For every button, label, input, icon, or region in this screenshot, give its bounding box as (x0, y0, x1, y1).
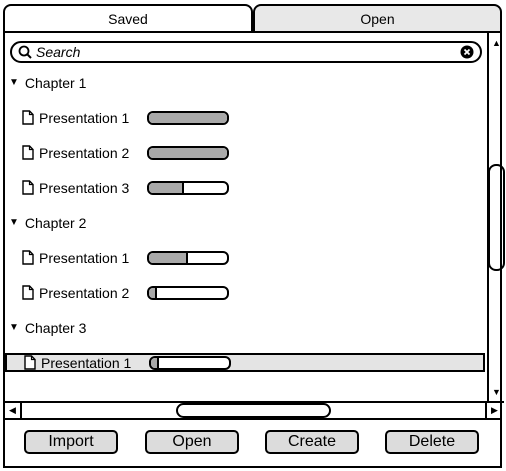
action-bar: Import Open Create Delete (3, 418, 502, 468)
presentation-label: Presentation 3 (39, 179, 130, 196)
progress-bar (147, 180, 229, 195)
document-icon (24, 355, 36, 370)
tab-saved[interactable]: Saved (3, 4, 253, 32)
presentation-label: Presentation 1 (41, 354, 132, 371)
presentation-row[interactable]: Presentation 2 (5, 284, 485, 301)
chapter-label: Chapter 1 (24, 74, 87, 91)
presentation-row[interactable]: Presentation 2 (5, 144, 485, 161)
horizontal-scrollbar[interactable]: ◀ ▶ (5, 401, 504, 418)
progress-bar (147, 145, 229, 160)
search-icon (18, 45, 32, 59)
presentation-label: Presentation 2 (39, 144, 130, 161)
document-icon (22, 285, 34, 300)
document-icon (22, 180, 34, 195)
saved-panel: ▼ Chapter 1 Presentation 1 Presentation 2 Pr… (3, 31, 505, 420)
presentation-row[interactable]: Presentation 1 (5, 249, 485, 266)
progress-fill (149, 147, 227, 158)
presentation-row[interactable]: Presentation 1 (5, 353, 485, 372)
chapter-label: Chapter 3 (24, 319, 87, 336)
scroll-right-icon[interactable]: ▶ (485, 403, 502, 418)
create-button[interactable]: Create (265, 430, 359, 454)
progress-fill (149, 252, 188, 263)
scroll-up-icon[interactable]: ▲ (489, 35, 504, 50)
expand-triangle-icon[interactable]: ▼ (9, 77, 19, 88)
search-input[interactable] (36, 44, 460, 60)
presentation-label: Presentation 1 (39, 249, 130, 266)
presentation-row[interactable]: Presentation 1 (5, 109, 485, 126)
document-icon (22, 250, 34, 265)
open-button[interactable]: Open (145, 430, 239, 454)
delete-button[interactable]: Delete (385, 430, 479, 454)
presentation-row[interactable]: Presentation 3 (5, 179, 485, 196)
vertical-scroll-thumb[interactable] (488, 164, 505, 271)
expand-triangle-icon[interactable]: ▼ (9, 217, 19, 228)
presentation-label: Presentation 2 (39, 284, 130, 301)
progress-bar (147, 110, 229, 125)
document-icon (22, 145, 34, 160)
search-bar (10, 41, 482, 63)
scroll-down-icon[interactable]: ▼ (489, 384, 504, 399)
progress-bar (149, 355, 231, 370)
expand-triangle-icon[interactable]: ▼ (9, 322, 19, 333)
presentation-label: Presentation 1 (39, 109, 130, 126)
progress-fill (151, 357, 159, 368)
document-icon (22, 110, 34, 125)
chapter-row[interactable]: ▼ Chapter 2 (5, 214, 485, 231)
progress-fill (149, 287, 157, 298)
chapter-row[interactable]: ▼ Chapter 1 (5, 74, 485, 91)
chapter-label: Chapter 2 (24, 214, 87, 231)
vertical-scrollbar[interactable]: ▲ ▼ (487, 33, 505, 401)
clear-search-icon[interactable] (460, 45, 474, 59)
progress-fill (149, 112, 227, 123)
chapter-row[interactable]: ▼ Chapter 3 (5, 319, 485, 336)
scroll-left-icon[interactable]: ◀ (5, 403, 22, 418)
import-button[interactable]: Import (24, 430, 118, 454)
horizontal-scroll-thumb[interactable] (176, 403, 331, 418)
progress-bar (147, 285, 229, 300)
tab-open[interactable]: Open (253, 4, 502, 32)
progress-bar (147, 250, 229, 265)
progress-fill (149, 182, 185, 193)
